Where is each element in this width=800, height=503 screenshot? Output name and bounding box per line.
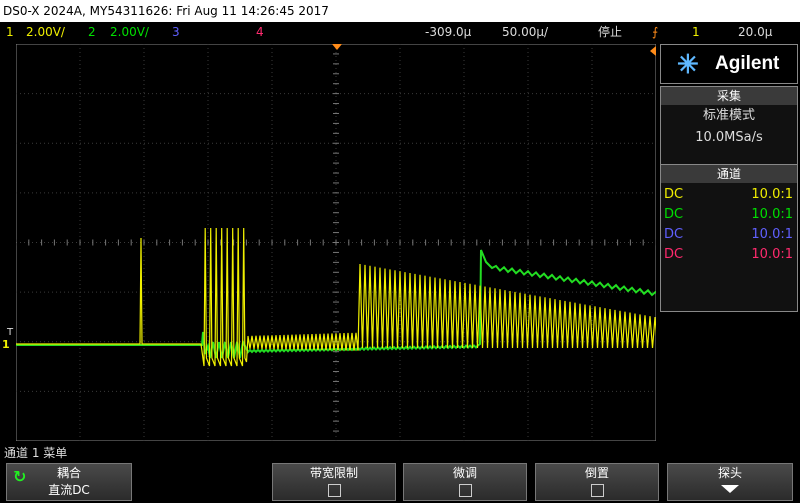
channels-panel[interactable]: 通道 DC 10.0:1 DC 10.0:1 DC 10.0:1 DC 10.0… <box>660 164 798 312</box>
timebase[interactable]: 50.00µ/ <box>502 22 548 42</box>
ch1-ground-marker[interactable]: 1 <box>2 338 10 351</box>
time-offset[interactable]: -309.0µ <box>425 22 471 42</box>
fine-softkey[interactable]: 微调 <box>403 463 527 501</box>
agilent-spark-icon: ✳ <box>677 49 699 79</box>
coupling-softkey[interactable]: ↻ 耦合 直流DC <box>6 463 132 501</box>
ch1-number[interactable]: 1 <box>6 22 14 42</box>
trigger-edge-icon: ⨍ <box>652 25 659 39</box>
menu-title: 通道 1 菜单 <box>4 446 68 460</box>
fine-label: 微调 <box>452 466 477 480</box>
window-title: DS0-X 2024A, MY54311626: Fri Aug 11 14:2… <box>0 0 800 22</box>
invert-softkey[interactable]: 倒置 <box>535 463 659 501</box>
bandwidth-limit-label: 带宽限制 <box>309 466 358 480</box>
channel-row-3[interactable]: DC 10.0:1 <box>661 225 797 245</box>
channel-row-1[interactable]: DC 10.0:1 <box>661 185 797 205</box>
run-state: 停止 <box>598 25 623 39</box>
channel-row-2[interactable]: DC 10.0:1 <box>661 205 797 225</box>
ch2-scale[interactable]: 2.00V/ <box>110 22 149 42</box>
trigger-level[interactable]: 20.0μ <box>738 22 772 42</box>
sample-rate: 10.0MSa/s <box>695 130 763 145</box>
bandwidth-limit-checkbox[interactable] <box>327 484 341 497</box>
probe-label: 探头 <box>717 466 742 480</box>
trigger-channel[interactable]: 1 <box>692 22 700 42</box>
waveform-display[interactable]: T 1 <box>2 44 656 441</box>
invert-label: 倒置 <box>584 466 609 480</box>
invert-checkbox[interactable] <box>590 484 604 497</box>
ch2-number[interactable]: 2 <box>88 22 96 42</box>
submenu-arrow-icon <box>721 485 739 493</box>
waveform-graticule <box>16 44 656 441</box>
probe-softkey[interactable]: 探头 <box>667 463 793 501</box>
bandwidth-limit-softkey[interactable]: 带宽限制 <box>272 463 396 501</box>
fine-checkbox[interactable] <box>458 484 472 497</box>
acquisition-mode: 标准模式 <box>702 108 755 123</box>
acquisition-panel[interactable]: 采集 标准模式 10.0MSa/s <box>660 86 798 166</box>
ch3-number[interactable]: 3 <box>172 22 180 42</box>
acquisition-header: 采集 <box>661 87 797 105</box>
trigger-marker: T <box>7 327 14 338</box>
ch4-number[interactable]: 4 <box>256 22 264 42</box>
rotate-knob-icon: ↻ <box>13 467 27 486</box>
channels-header: 通道 <box>661 165 797 183</box>
channel-row-4[interactable]: DC 10.0:1 <box>661 245 797 265</box>
ch1-scale[interactable]: 2.00V/ <box>26 22 65 42</box>
status-bar: 1 2.00V/ 2 2.00V/ 3 4 -309.0µ 50.00µ/ 停止… <box>0 22 800 42</box>
agilent-logo: ✳ Agilent <box>660 44 798 84</box>
